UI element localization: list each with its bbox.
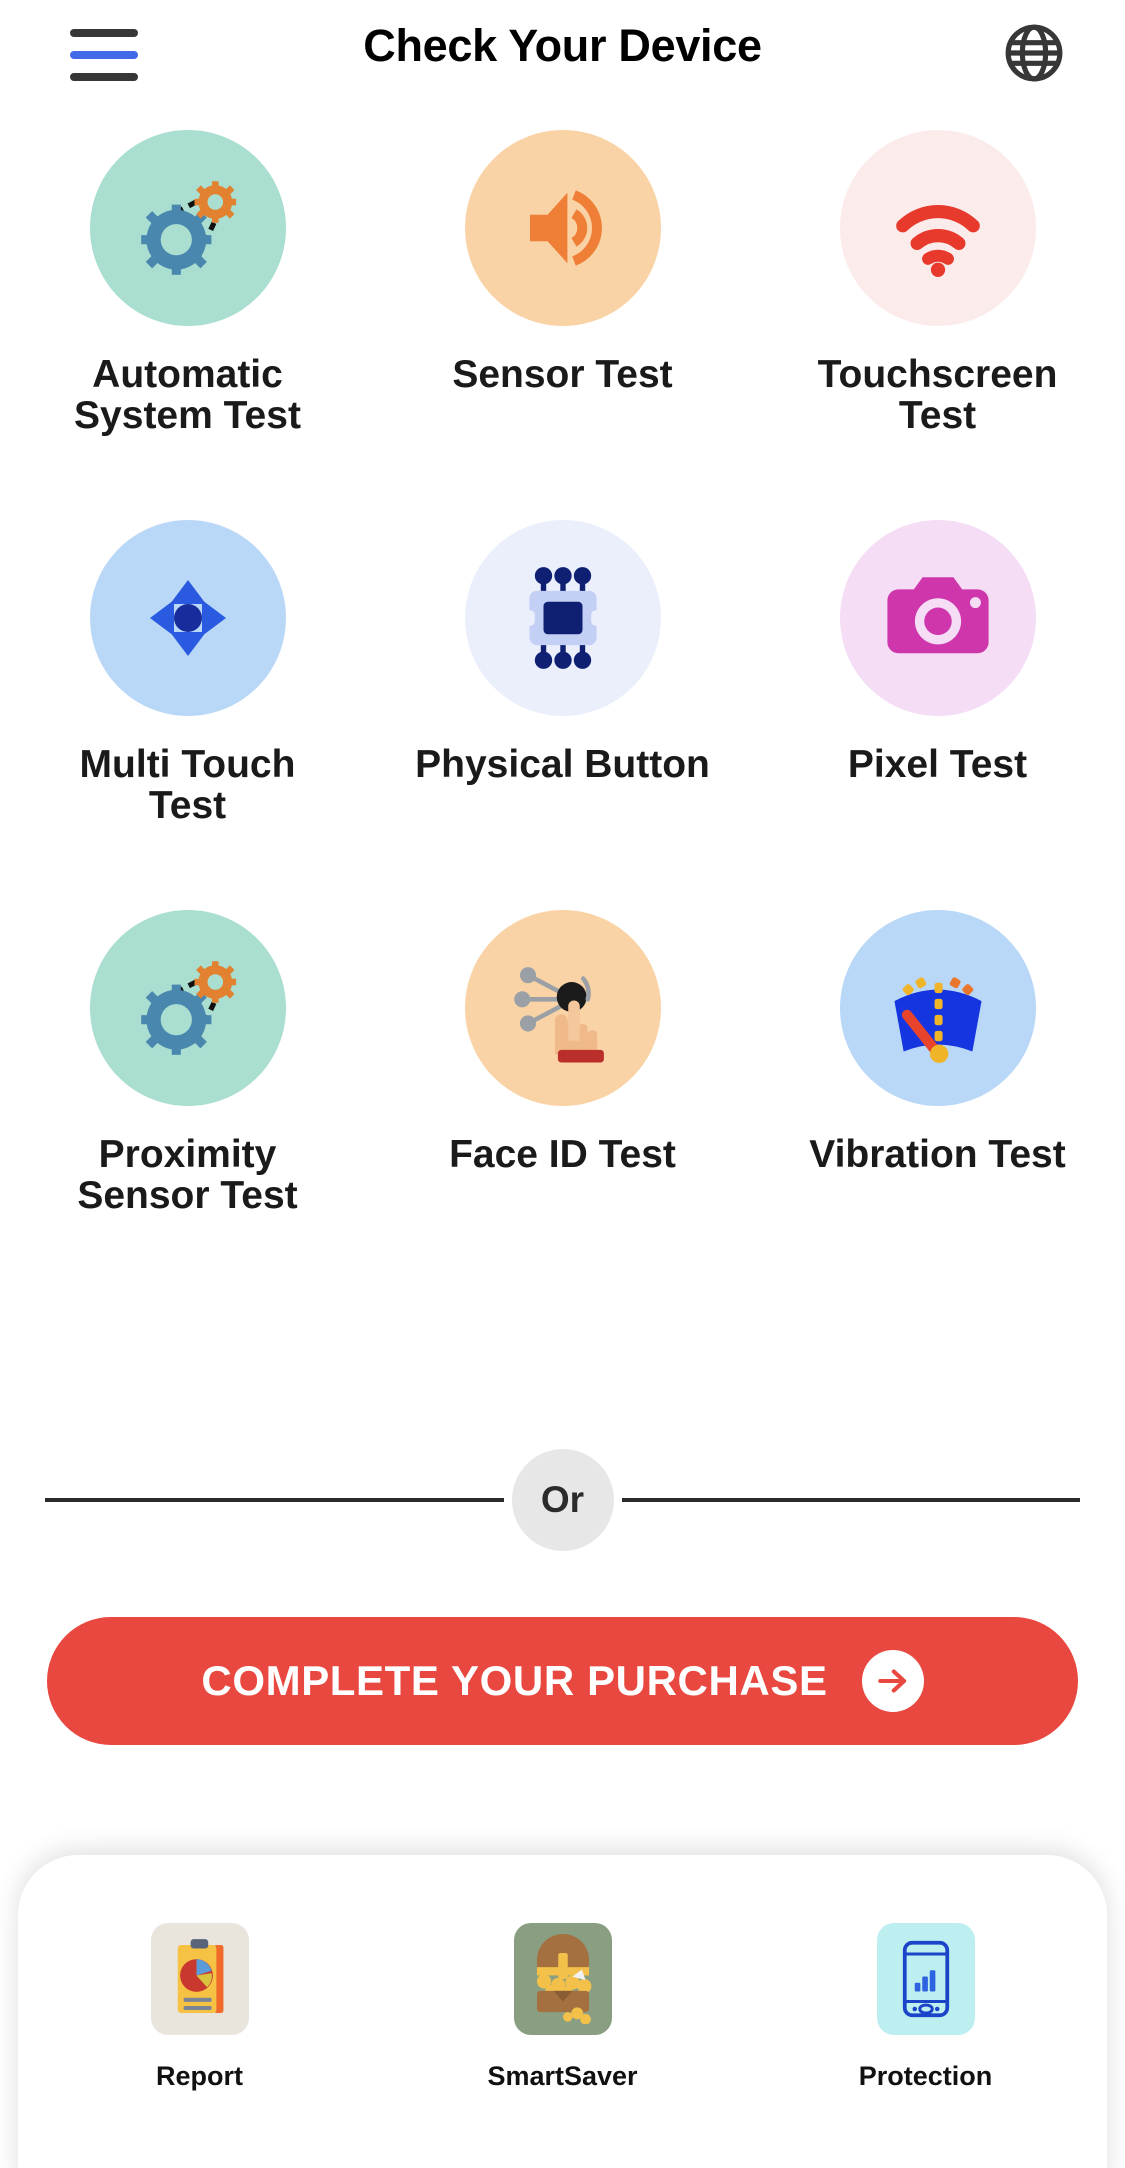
speaker-icon [464,130,661,326]
gears-icon [89,130,286,326]
nav-item-protection[interactable]: Protection [806,1923,1046,2092]
cta-label: COMPLETE YOUR PURCHASE [201,1657,828,1704]
phone-shield-icon [876,1923,975,2035]
nav-item-smartsaver[interactable]: SmartSaver [443,1923,683,2092]
test-tile-multi-touch-test[interactable]: Multi Touch Test [0,520,375,910]
nav-label: Report [156,2061,243,2091]
wifi-icon [839,130,1036,326]
test-label: Pixel Test [847,743,1028,786]
nav-label: SmartSaver [487,2061,638,2091]
test-label: Multi Touch Test [79,743,296,828]
test-tile-touchscreen-test[interactable]: Touchscreen Test [750,130,1125,520]
test-tile-vibration-test[interactable]: Vibration Test [750,910,1125,1300]
hamburger-menu-icon[interactable] [70,25,138,81]
chip-icon [464,520,661,716]
test-label: Physical Button [415,743,710,786]
test-label: Proximity Sensor Test [77,1133,298,1218]
report-clipboard-icon [150,1923,249,2035]
complete-purchase-button[interactable]: COMPLETE YOUR PURCHASE [47,1617,1078,1745]
treasure-chest-icon [513,1923,612,2035]
test-label: Sensor Test [452,353,673,396]
globe-icon[interactable] [1003,22,1065,84]
nav-item-report[interactable]: Report [80,1923,320,2092]
bottom-navigation-bar: Report SmartSaver Protection [18,1855,1107,2168]
test-tile-pixel-test[interactable]: Pixel Test [750,520,1125,910]
test-tile-proximity-sensor-test[interactable]: Proximity Sensor Test [0,910,375,1300]
divider-line-left [45,1498,504,1502]
or-badge: Or [511,1449,614,1551]
vibration-icon [839,910,1036,1106]
test-tile-physical-button[interactable]: Physical Button [375,520,750,910]
app-header: Check Your Device [0,0,1125,105]
test-label: Vibration Test [809,1133,1066,1176]
test-label: Touchscreen Test [817,353,1058,438]
or-divider: Or [0,1435,1125,1565]
gears-icon [89,910,286,1106]
test-tile-face-id-test[interactable]: Face ID Test [375,910,750,1300]
four-arrows-icon [89,520,286,716]
device-test-grid: Automatic System Test Sensor Test Touchs… [0,130,1125,1300]
test-tile-sensor-test[interactable]: Sensor Test [375,130,750,520]
divider-line-right [621,1498,1080,1502]
page-title: Check Your Device [363,20,762,71]
test-label: Automatic System Test [74,353,301,438]
camera-icon [839,520,1036,716]
nav-label: Protection [858,2061,993,2091]
test-tile-automatic-system-test[interactable]: Automatic System Test [0,130,375,520]
arrow-right-icon [861,1650,924,1712]
touch-sensor-icon [464,910,661,1106]
app-screen: Check Your Device Automatic System Test … [0,0,1125,2168]
test-label: Face ID Test [449,1133,676,1176]
